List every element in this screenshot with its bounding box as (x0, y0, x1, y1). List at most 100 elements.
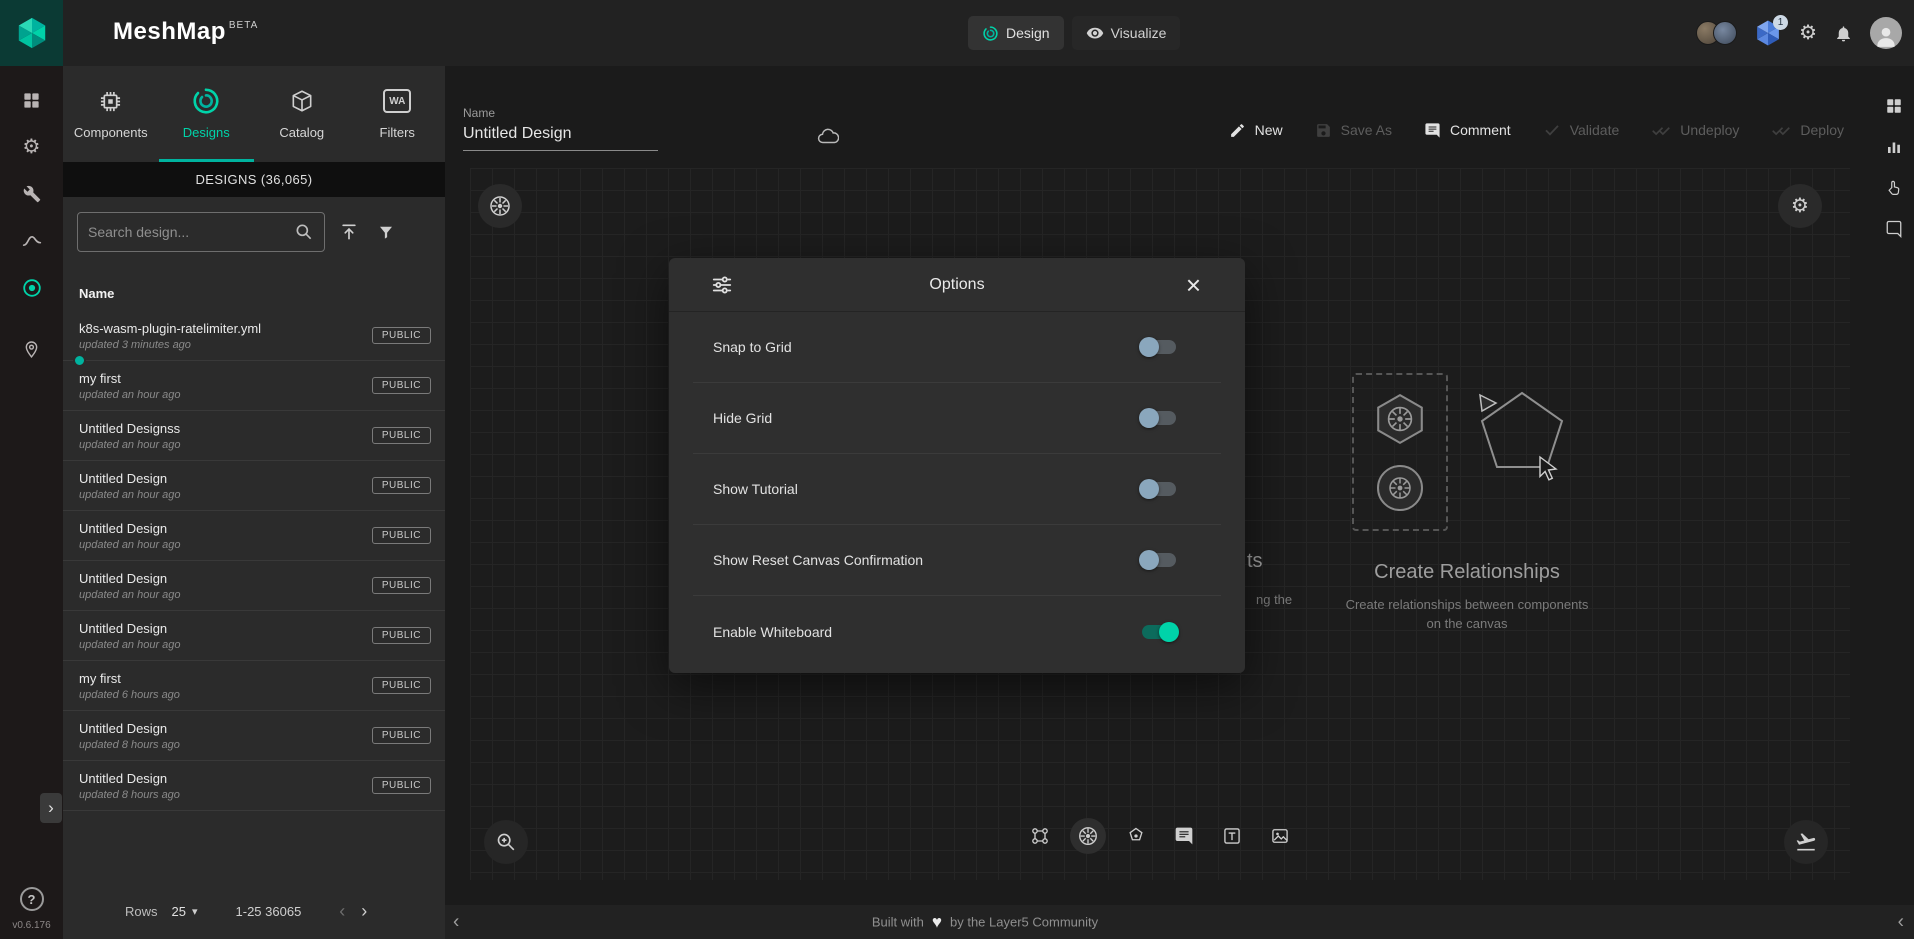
components-tool-icon[interactable] (1022, 818, 1058, 854)
reset-canvas-confirmation-toggle[interactable] (1141, 550, 1177, 570)
tab-designs[interactable]: Designs (159, 66, 255, 162)
collaborator-avatars[interactable] (1696, 21, 1737, 45)
performance-curve-icon[interactable] (18, 227, 46, 255)
cloud-sync-icon (817, 126, 839, 148)
name-field-label: Name (463, 106, 658, 120)
design-name: my first (79, 671, 372, 686)
rows-label: Rows (125, 904, 158, 919)
hexagon-logo-icon (15, 16, 49, 50)
draw-shape-tool-icon[interactable] (1118, 818, 1154, 854)
kubernetes-tool-icon[interactable] (1070, 818, 1106, 854)
meshery-notifications-button[interactable]: 1 (1754, 19, 1782, 47)
design-list-item[interactable]: my first updated an hour ago PUBLIC (63, 361, 445, 411)
occluded-hint-title-fragment: ts (1247, 550, 1263, 573)
pentagon-shape-and-cursor (1452, 373, 1582, 523)
user-avatar[interactable] (1870, 17, 1902, 49)
deploy-button[interactable]: Deploy (1771, 114, 1844, 146)
snap-to-grid-toggle[interactable] (1141, 337, 1177, 357)
media-tool-icon[interactable] (1262, 818, 1298, 854)
sidebar-tabs: Components Designs Catalog (63, 66, 445, 162)
design-list-item[interactable]: k8s-wasm-plugin-ratelimiter.yml updated … (63, 311, 445, 361)
heart-icon: ♥ (932, 914, 942, 931)
hide-grid-toggle[interactable] (1141, 408, 1177, 428)
collapse-right-icon[interactable]: ‹ (1898, 913, 1904, 932)
option-label: Show Tutorial (713, 481, 798, 497)
chart-panel-icon[interactable] (1880, 133, 1908, 161)
design-info: Untitled Design updated an hour ago (79, 571, 372, 601)
design-list-item[interactable]: Untitled Design updated an hour ago PUBL… (63, 461, 445, 511)
enable-whiteboard-toggle[interactable] (1141, 622, 1177, 642)
arrowhead-icon (1480, 395, 1496, 411)
design-updated: updated an hour ago (79, 389, 372, 401)
previous-page-button[interactable]: ‹ (339, 902, 345, 920)
visibility-badge: PUBLIC (372, 777, 431, 794)
undeploy-button[interactable]: Undeploy (1651, 114, 1739, 146)
sidebar-expand-button[interactable]: › (40, 793, 62, 823)
tab-design[interactable]: Design (968, 16, 1064, 50)
check-icon (1543, 121, 1561, 139)
visibility-badge: PUBLIC (372, 727, 431, 744)
relationship-illustration (1322, 373, 1612, 541)
close-icon[interactable]: × (1186, 272, 1201, 298)
chevron-right-icon: › (361, 901, 367, 921)
design-list-item[interactable]: Untitled Design updated 8 hours ago PUBL… (63, 761, 445, 811)
notifications-bell-icon[interactable] (1834, 24, 1853, 43)
design-name-input[interactable] (463, 120, 658, 151)
gear-glyph: ⚙ (1799, 23, 1817, 43)
visibility-badge: PUBLIC (372, 477, 431, 494)
comment-tool-icon[interactable] (1166, 818, 1202, 854)
design-list-item[interactable]: Untitled Design updated an hour ago PUBL… (63, 511, 445, 561)
next-page-button[interactable]: › (361, 902, 367, 920)
visibility-badge: PUBLIC (372, 627, 431, 644)
import-design-icon[interactable] (336, 219, 362, 245)
help-glyph: ? (28, 892, 36, 907)
new-button[interactable]: New (1229, 114, 1283, 146)
design-info: my first updated an hour ago (79, 371, 372, 401)
tab-catalog[interactable]: Catalog (254, 66, 350, 162)
rows-per-page-select[interactable]: 25 ▾ (172, 904, 198, 919)
lifecycle-gear-icon[interactable]: ⚙ (18, 133, 46, 161)
help-icon[interactable]: ? (20, 887, 44, 911)
design-list-item[interactable]: Untitled Design updated an hour ago PUBL… (63, 561, 445, 611)
design-info: Untitled Design updated an hour ago (79, 621, 372, 651)
design-knot-icon (982, 25, 999, 42)
location-pin-icon[interactable] (18, 335, 46, 363)
dashboard-icon[interactable] (18, 86, 46, 114)
filter-funnel-icon[interactable] (373, 219, 399, 245)
comment-button[interactable]: Comment (1424, 114, 1511, 146)
comment-panel-icon[interactable] (1880, 215, 1908, 243)
tab-visualize[interactable]: Visualize (1072, 16, 1181, 50)
person-icon (1873, 23, 1899, 49)
collapse-left-icon[interactable]: ‹ (453, 913, 459, 932)
visibility-badge: PUBLIC (372, 327, 431, 344)
grid-view-icon[interactable] (1880, 92, 1908, 120)
tab-components[interactable]: Components (63, 66, 159, 162)
design-name: Untitled Design (79, 771, 372, 786)
close-glyph: × (1186, 270, 1201, 300)
design-list-item[interactable]: my first updated 6 hours ago PUBLIC (63, 661, 445, 711)
touch-gesture-icon[interactable] (1880, 174, 1908, 202)
takeoff-button[interactable] (1784, 820, 1828, 864)
tab-filters[interactable]: WA Filters (350, 66, 446, 162)
save-as-button[interactable]: Save As (1315, 114, 1392, 146)
relationship-hint-title: Create Relationships (1322, 561, 1612, 584)
text-tool-icon[interactable] (1214, 818, 1250, 854)
canvas-options-gear-button[interactable]: ⚙ (1778, 184, 1822, 228)
design-list-item[interactable]: Untitled Design updated an hour ago PUBL… (63, 611, 445, 661)
extensions-icon[interactable] (18, 274, 46, 302)
show-tutorial-toggle[interactable] (1141, 479, 1177, 499)
kubernetes-view-button[interactable] (478, 184, 522, 228)
validate-button[interactable]: Validate (1543, 114, 1620, 146)
settings-gear-icon[interactable]: ⚙ (1799, 23, 1817, 43)
design-list-item[interactable]: Untitled Design updated 8 hours ago PUBL… (63, 711, 445, 761)
layer5-logo[interactable] (0, 0, 63, 66)
zoom-button[interactable] (484, 820, 528, 864)
option-label: Enable Whiteboard (713, 624, 832, 640)
tab-label: Components (74, 125, 148, 140)
chevron-down-icon: ▾ (192, 905, 198, 918)
top-bar: MeshMap BETA Design Visualize (63, 0, 1914, 66)
search-input[interactable] (88, 224, 294, 240)
configuration-wrench-icon[interactable] (18, 180, 46, 208)
design-list-item[interactable]: Untitled Designss updated an hour ago PU… (63, 411, 445, 461)
option-row-enable-whiteboard: Enable Whiteboard (693, 596, 1221, 667)
